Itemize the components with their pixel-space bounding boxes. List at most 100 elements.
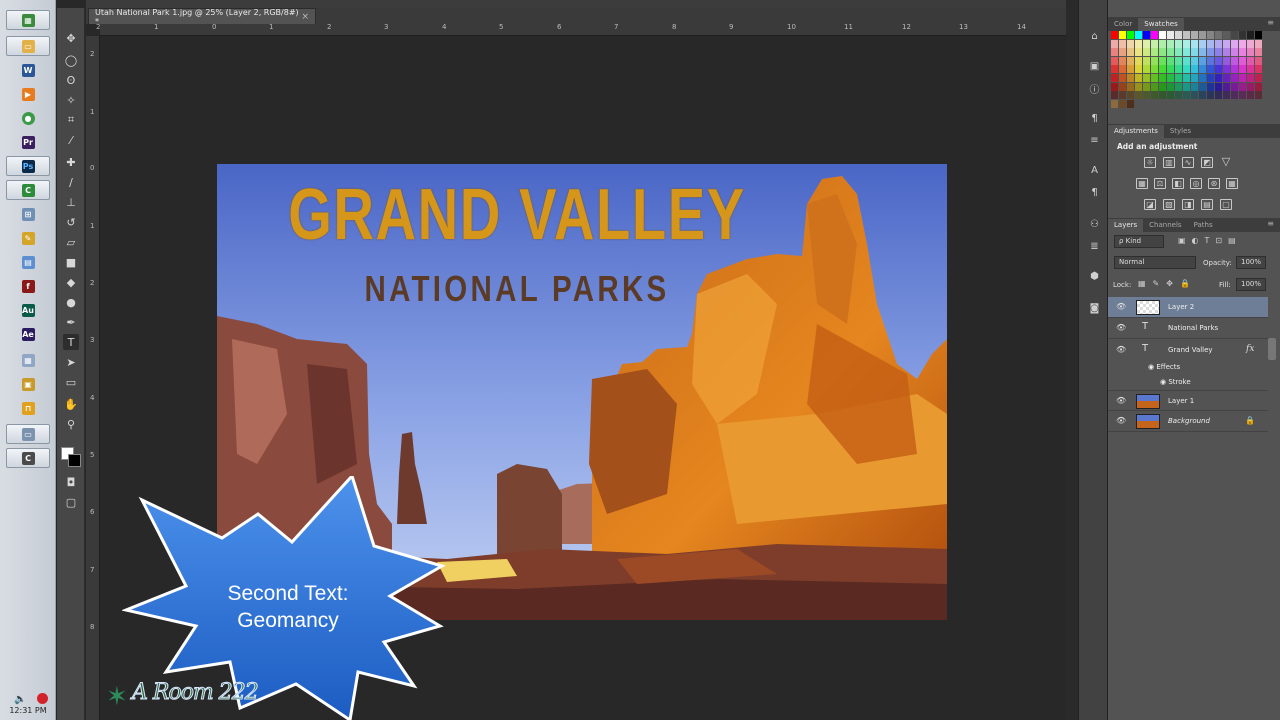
color-swatch[interactable]	[1111, 91, 1119, 100]
blend-mode-select[interactable]: Normal	[1114, 256, 1196, 269]
color-swatch[interactable]	[1166, 91, 1175, 100]
color-swatch[interactable]	[1158, 65, 1167, 74]
color-swatch[interactable]	[1111, 48, 1119, 57]
crop-tool-icon[interactable]: ⌗	[63, 112, 79, 128]
color-swatch[interactable]	[1142, 65, 1151, 74]
color-swatch[interactable]	[1214, 82, 1223, 91]
color-swatch[interactable]	[1246, 31, 1255, 39]
photo-filter-icon[interactable]: ◎	[1190, 178, 1202, 189]
gradient-tool-icon[interactable]: ■	[63, 254, 79, 270]
speaker-icon[interactable]: 🔈	[14, 694, 26, 705]
path-select-tool-icon[interactable]: ➤	[63, 354, 79, 370]
color-swatch[interactable]	[1230, 82, 1239, 91]
color-swatch[interactable]	[1206, 65, 1215, 74]
color-swatch[interactable]	[1206, 91, 1215, 100]
quick-select-tool-icon[interactable]: ✧	[63, 92, 79, 108]
color-swatch[interactable]	[1142, 73, 1151, 82]
eraser-tool-icon[interactable]: ▱	[63, 234, 79, 250]
color-swatch[interactable]	[1142, 39, 1151, 48]
layer-row-national-parks[interactable]: 👁 T National Parks	[1108, 318, 1268, 339]
stroke-effect-row[interactable]: ◉ Stroke	[1160, 378, 1191, 386]
tool-presets-icon[interactable]: ≡	[1088, 134, 1101, 147]
color-swatch[interactable]	[1166, 73, 1175, 82]
color-swatch[interactable]	[1182, 31, 1191, 39]
color-swatch[interactable]	[1182, 91, 1191, 100]
clone-source-icon[interactable]: ⚇	[1088, 218, 1101, 231]
color-swatch[interactable]	[1174, 39, 1183, 48]
color-swatch[interactable]	[1190, 48, 1199, 57]
color-swatch[interactable]	[1246, 91, 1255, 100]
taskbar-clock[interactable]: 12:31 PM	[0, 706, 56, 715]
color-swatch[interactable]	[1142, 48, 1151, 57]
color-swatch[interactable]	[1238, 82, 1247, 91]
tab-styles[interactable]: Styles	[1164, 125, 1197, 138]
visibility-eye-icon[interactable]: 👁	[1116, 416, 1126, 425]
color-swatch[interactable]	[1142, 56, 1151, 65]
color-swatch[interactable]	[1158, 73, 1167, 82]
color-swatch[interactable]	[1111, 31, 1119, 39]
screen-mode-icon[interactable]: ▢	[63, 494, 79, 510]
color-swatch[interactable]	[1166, 56, 1175, 65]
channel-mixer-icon[interactable]: ⊛	[1208, 178, 1220, 189]
lock-options-icons[interactable]: ▦✎✥🔒	[1138, 279, 1197, 288]
color-swatch[interactable]	[1222, 39, 1231, 48]
color-swatch[interactable]	[1206, 48, 1215, 57]
brightness-icon[interactable]: ☼	[1144, 157, 1156, 168]
layers-scrollbar[interactable]	[1268, 338, 1276, 360]
paragraph-icon[interactable]: ¶	[1088, 186, 1101, 199]
color-swatch[interactable]	[1126, 48, 1135, 57]
levels-icon[interactable]: ▥	[1163, 157, 1175, 168]
taskbar-app-photoshop[interactable]: Ps	[6, 156, 50, 176]
color-swatch[interactable]	[1254, 56, 1263, 65]
hue-saturation-icon[interactable]: ▦	[1136, 178, 1148, 189]
panel-menu-icon[interactable]: ≡	[1267, 18, 1274, 27]
color-swatch[interactable]	[1206, 73, 1215, 82]
color-swatch[interactable]	[1134, 31, 1143, 39]
color-swatch[interactable]	[1111, 65, 1119, 74]
color-swatch[interactable]	[1182, 48, 1191, 57]
invert-icon[interactable]: ◪	[1144, 199, 1156, 210]
type-tool-icon[interactable]: T	[63, 334, 79, 350]
color-swatch[interactable]	[1238, 56, 1247, 65]
color-swatch[interactable]	[1206, 56, 1215, 65]
gradient-map-icon[interactable]: ▤	[1201, 199, 1213, 210]
3d-icon[interactable]: ⬢	[1088, 270, 1101, 283]
color-swatch[interactable]	[1174, 31, 1183, 39]
color-swatch[interactable]	[1134, 82, 1143, 91]
color-swatch[interactable]	[1150, 65, 1159, 74]
layer-row-layer2[interactable]: 👁 Layer 2	[1108, 297, 1268, 318]
color-swatch[interactable]	[1230, 91, 1239, 100]
dodge-tool-icon[interactable]: ●	[63, 294, 79, 310]
taskbar-app-premiere[interactable]: Pr	[6, 132, 50, 152]
tab-channels[interactable]: Channels	[1143, 219, 1187, 232]
black-white-icon[interactable]: ◧	[1172, 178, 1184, 189]
taskbar-app-imageviewer[interactable]: ▣	[6, 374, 50, 394]
eyedropper-tool-icon[interactable]: ⁄	[63, 132, 79, 148]
color-swatch[interactable]	[1222, 73, 1231, 82]
color-swatch[interactable]	[1118, 56, 1127, 65]
taskbar-app-network[interactable]: ⊞	[6, 204, 50, 224]
color-swatch[interactable]	[1134, 91, 1143, 100]
color-swatch[interactable]	[1158, 91, 1167, 100]
color-swatch[interactable]	[1158, 82, 1167, 91]
tab-layers[interactable]: Layers	[1108, 219, 1144, 232]
color-swatch[interactable]	[1182, 82, 1191, 91]
taskbar-app-folder[interactable]: ▭	[6, 36, 50, 56]
color-swatch[interactable]	[1111, 82, 1119, 91]
color-swatch[interactable]	[1158, 39, 1167, 48]
color-swatch[interactable]	[1150, 39, 1159, 48]
color-swatch[interactable]	[1134, 48, 1143, 57]
color-swatch[interactable]	[1118, 39, 1127, 48]
actions-icon[interactable]: ▣	[1088, 60, 1101, 73]
color-swatch[interactable]	[1111, 99, 1119, 108]
taskbar-app-chrome[interactable]: ●	[6, 108, 50, 128]
document-tab[interactable]: Utah National Park 1.jpg @ 25% (Layer 2,…	[88, 8, 316, 26]
exposure-icon[interactable]: ◩	[1201, 157, 1213, 168]
zoom-tool-icon[interactable]: ⚲	[63, 416, 79, 432]
color-swatch[interactable]	[1111, 73, 1119, 82]
vibrance-icon[interactable]: ▽	[1220, 156, 1232, 168]
color-swatch[interactable]	[1222, 56, 1231, 65]
tab-paths[interactable]: Paths	[1188, 219, 1219, 232]
color-swatch[interactable]	[1150, 56, 1159, 65]
taskbar-start-button[interactable]: ▦	[6, 10, 50, 30]
